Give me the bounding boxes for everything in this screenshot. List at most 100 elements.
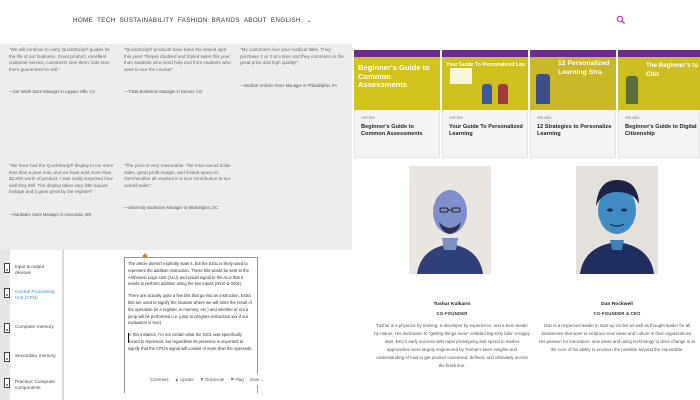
- article-card[interactable]: Your Guide To Personalized Lea Articles …: [442, 50, 528, 158]
- downvote-icon: ▼: [199, 377, 205, 382]
- comment-label: Comment: [150, 377, 169, 382]
- upvote-label: Upvote: [180, 377, 194, 382]
- comment-button[interactable]: Comment: [150, 377, 169, 382]
- testimonial: "We have had the QuickStudy® display in …: [9, 163, 117, 218]
- card-body: Articles Beginner's Guide to Common Asse…: [354, 110, 440, 158]
- card-title[interactable]: Beginner's Guide to Common Assessments: [361, 124, 437, 139]
- more-button[interactable]: more ⌄: [250, 377, 265, 383]
- card-title[interactable]: Beginner's Guide to Digital Citizenship: [625, 124, 700, 139]
- nav-item-fashion[interactable]: FASHION: [178, 17, 208, 24]
- card-thumb-title: Beginner's Guide to Common Assessments: [358, 63, 430, 89]
- flag-button[interactable]: ⚑ Flag: [230, 377, 243, 383]
- doc-paragraph: The article doesn't explicitly state it,…: [128, 261, 249, 287]
- sidebar-item-practice[interactable]: Practice: Computer components: [4, 378, 61, 391]
- comment-document: The article doesn't explicitly state it,…: [124, 253, 258, 393]
- downvote-label: Downvote: [205, 377, 225, 382]
- whiteboard-illustration: [450, 68, 472, 84]
- sidebar-item-input-output[interactable]: Input & output devices: [4, 263, 61, 276]
- testimonials-section: "We will continue to carry QuickStudy® g…: [0, 44, 352, 250]
- testimonial-quote: "The price is very reasonable. The total…: [124, 163, 231, 188]
- article-card[interactable]: Beginner's Guide to Common Assessments A…: [354, 50, 440, 158]
- more-label: more: [249, 377, 260, 382]
- upvote-icon: ▲: [174, 377, 180, 382]
- chevron-down-icon: ⌄: [260, 376, 265, 382]
- nav-item-about[interactable]: ABOUT: [244, 17, 267, 24]
- nav-item-brands[interactable]: BRANDS: [212, 17, 240, 24]
- nav-item-sustainability[interactable]: SUSTAINABILITY: [119, 17, 173, 24]
- card-category: eBooks: [537, 115, 552, 120]
- testimonial-attribution: —University Bookstore Manager in Washing…: [124, 205, 219, 211]
- team-member-role: CO-FOUNDER & CEO: [593, 311, 641, 316]
- sidebar-item-label: Secondary memory: [15, 353, 56, 358]
- card-stripe: [354, 50, 440, 57]
- sidebar-item-label: Practice: Computer components: [15, 379, 56, 390]
- card-thumbnail[interactable]: Beginner's Guide to Common Assessments: [354, 50, 440, 110]
- team-member-name: Tushar Kulkarni: [433, 302, 471, 307]
- testimonial: "My customers love your medical titles. …: [240, 47, 348, 89]
- person-illustration: [498, 84, 508, 104]
- sidebar-item-computer-memory[interactable]: Computer memory: [4, 323, 61, 333]
- nav-item-english[interactable]: ENGLISH: [271, 17, 301, 24]
- card-thumbnail[interactable]: The Beginner's to Digital Citiz: [618, 50, 700, 110]
- card-body: Articles Your Guide To Personalized Lear…: [442, 110, 528, 158]
- nav-item-home[interactable]: HOME: [73, 17, 93, 24]
- doc-paragraph: In this instance, I'm not certain what t…: [128, 332, 253, 351]
- sidebar-divider: [62, 250, 64, 400]
- sidebar-item-cpu[interactable]: Central Processing Unit (CPU): [4, 288, 61, 301]
- text-cursor: [128, 333, 129, 343]
- team-member-role: CO-FOUNDER: [436, 311, 468, 316]
- card-category: Articles: [449, 115, 464, 120]
- upvote-button[interactable]: ▲ Upvote: [175, 377, 194, 382]
- flag-icon: ⚑: [230, 376, 235, 382]
- doc-paragraph: There are actually quite a few bits that…: [128, 293, 252, 326]
- card-stripe: [442, 50, 528, 57]
- card-thumb-title: The Beginner's to Digital Citiz: [646, 62, 700, 78]
- sidebar-item-label: Computer memory: [15, 324, 54, 329]
- top-navigation: HOME TECH SUSTAINABILITY FASHION BRANDS …: [0, 0, 700, 44]
- article-cards: Beginner's Guide to Common Assessments A…: [352, 44, 700, 158]
- person-illustration: [482, 84, 492, 104]
- downvote-button[interactable]: ▼ Downvote: [200, 377, 225, 382]
- search-icon[interactable]: [616, 15, 626, 25]
- article-icon: [4, 288, 10, 298]
- person-illustration: [536, 74, 550, 104]
- card-body: eBooks Beginner's Guide to Digital Citiz…: [618, 110, 700, 158]
- chevron-down-icon[interactable]: ⌄: [307, 17, 312, 24]
- sidebar-item-label: Central Processing Unit (CPU): [15, 289, 55, 300]
- avatar: [409, 166, 491, 274]
- nav-item-tech[interactable]: TECH: [97, 17, 115, 24]
- video-icon: [4, 263, 10, 273]
- team-member-name: Dan Rockwell: [601, 302, 633, 307]
- video-icon: [4, 323, 10, 333]
- avatar: [576, 166, 658, 274]
- anchor-marker-icon: [142, 253, 148, 259]
- testimonial-attribution: —Car Wash Store Manager in Laguna Hills,…: [9, 89, 96, 95]
- testimonial-quote: "We will continue to carry QuickStudy® g…: [9, 47, 110, 72]
- card-thumbnail[interactable]: Your Guide To Personalized Lea: [442, 50, 528, 110]
- card-title[interactable]: Your Guide To Personalized Learning: [449, 124, 525, 139]
- testimonial-attribution: —Hardware Store Manager in Anaconda, MN: [9, 211, 92, 217]
- sidebar-item-secondary-memory[interactable]: Secondary memory: [4, 352, 61, 362]
- card-title[interactable]: 12 Strategies to Personalize Learning: [537, 124, 613, 139]
- card-category: eBooks: [625, 115, 640, 120]
- team-section: Tushar Kulkarni CO-FOUNDER Tushar is a p…: [352, 158, 700, 400]
- card-thumb-title: 12 Personalized Learning Stra: [558, 60, 610, 76]
- article-card[interactable]: The Beginner's to Digital Citiz eBooks B…: [618, 50, 700, 158]
- person-illustration: [626, 76, 638, 104]
- flag-label: Flag: [235, 377, 244, 382]
- video-icon: [4, 352, 10, 362]
- portrait-illustration: [409, 166, 491, 274]
- portrait-illustration: [576, 166, 658, 274]
- card-thumbnail[interactable]: 12 Personalized Learning Stra: [530, 50, 616, 110]
- card-category: Articles: [361, 115, 376, 120]
- nav-menu: HOME TECH SUSTAINABILITY FASHION BRANDS …: [73, 17, 312, 24]
- testimonial: "QuickStudy® products have been the sewe…: [124, 47, 232, 95]
- card-stripe: [618, 50, 700, 57]
- testimonial-quote: "My customers love your medical titles. …: [240, 47, 344, 66]
- testimonial-attribution: —Trade Bookstore Manager in Denver, CO: [124, 89, 203, 95]
- testimonial-quote: "QuickStudy® products have been the sewe…: [124, 47, 231, 72]
- testimonial: "We will continue to carry QuickStudy® g…: [9, 47, 117, 95]
- team-member-bio: Tushar is a physicist by training, a dev…: [374, 323, 530, 369]
- article-card[interactable]: 12 Personalized Learning Stra eBooks 12 …: [530, 50, 616, 158]
- sidebar-item-label: Input & output devices: [15, 264, 45, 275]
